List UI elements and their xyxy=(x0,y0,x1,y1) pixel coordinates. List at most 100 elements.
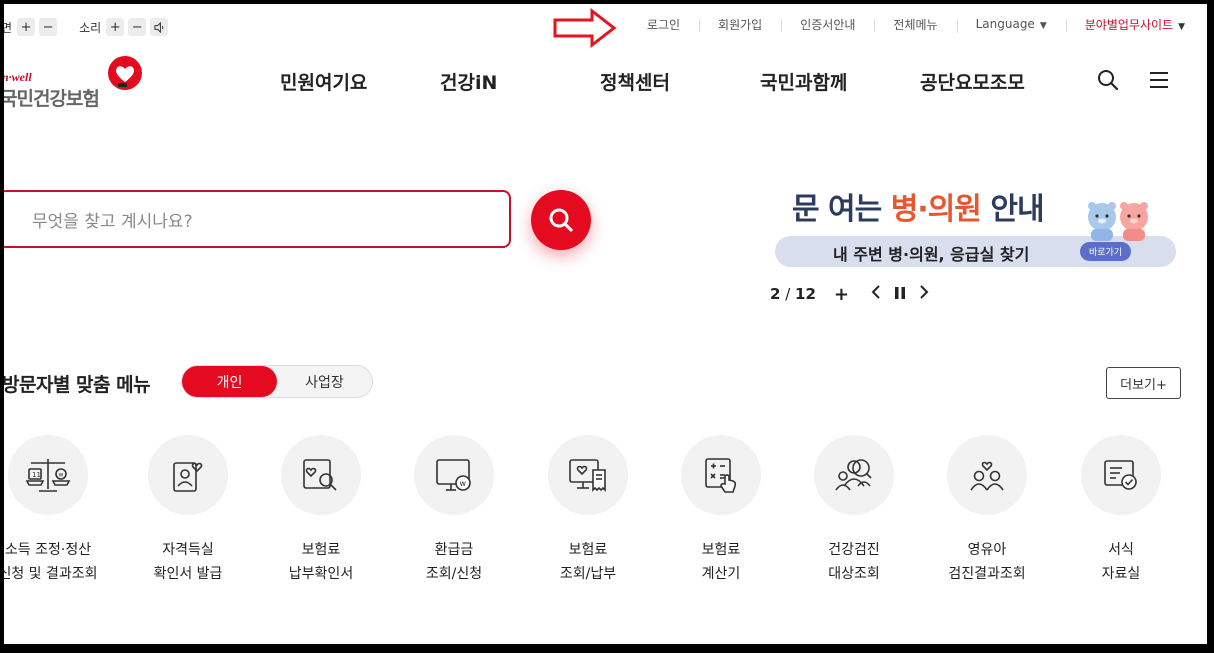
quick-menu-line2: 검진결과조회 xyxy=(948,566,1026,582)
scale-icon: 11 w xyxy=(25,459,71,492)
quick-menu-item[interactable]: 보험료계산기 xyxy=(651,435,791,586)
quick-menu-item[interactable]: 건강검진대상조회 xyxy=(784,435,924,586)
main-search-input[interactable]: 무엇을 찾고 계시나요? xyxy=(4,190,511,248)
family-heart-icon xyxy=(970,461,1004,491)
sound-label: 소리 xyxy=(79,20,102,35)
tab-personal[interactable]: 개인 xyxy=(182,366,277,397)
heart-logo-icon xyxy=(108,56,142,90)
search-icon[interactable] xyxy=(1097,69,1119,91)
monitor-won-icon: w xyxy=(436,459,471,491)
page-frame: 화면 + − 소리 + − 로그인 회원가입 인증서안내 전체메뉴 Langua… xyxy=(4,4,1207,644)
icon-circle xyxy=(1081,435,1161,515)
quick-menu-item[interactable]: 11 w 소득 조정·정산신청 및 결과조회 xyxy=(4,435,118,586)
quick-menu-line2: 대상조회 xyxy=(828,566,880,582)
banner-title: 문 여는 병·의원 안내 xyxy=(792,184,1045,228)
next-chevron-icon[interactable] xyxy=(919,285,929,303)
pager-add-icon[interactable]: + xyxy=(834,284,849,305)
document-search-icon xyxy=(303,459,337,491)
quick-menu-line2: 조회/신청 xyxy=(425,566,483,582)
nhis-logo[interactable]: n·well 국민건강보험 xyxy=(4,54,154,110)
screen-zoom-in-button[interactable]: + xyxy=(17,18,36,36)
banner-title-post: 안내 xyxy=(980,192,1044,227)
quick-menu-line1: 자격득실 xyxy=(162,542,214,558)
caret-down-icon: ▼ xyxy=(1039,21,1047,31)
search-submit-button[interactable] xyxy=(531,190,591,250)
language-label: Language xyxy=(975,17,1035,31)
tab-business[interactable]: 사업장 xyxy=(277,366,372,397)
quick-menu-line2: 확인서 발급 xyxy=(153,566,223,582)
svg-text:11: 11 xyxy=(32,471,41,479)
visitor-type-toggle: 개인 사업장 xyxy=(181,365,373,398)
person-search-icon xyxy=(835,459,872,491)
language-select[interactable]: Language ▼ xyxy=(956,17,1066,33)
calculator-icon xyxy=(705,458,737,493)
search-icon xyxy=(549,208,573,232)
sound-up-button[interactable]: + xyxy=(106,18,125,36)
caret-down-icon: ▼ xyxy=(1178,21,1185,32)
quick-menu-line1: 보험료 xyxy=(301,542,341,558)
svg-text:w: w xyxy=(59,472,64,479)
banner-title-accent: 병·의원 xyxy=(890,192,982,227)
gnb-policy-center[interactable]: 정책센터 xyxy=(600,68,670,98)
quick-menu-line2: 납부확인서 xyxy=(288,566,354,582)
icon-circle xyxy=(548,435,628,515)
gnb-about[interactable]: 공단요모조모 xyxy=(920,68,1025,98)
sound-down-button[interactable]: − xyxy=(128,18,147,36)
signup-link[interactable]: 회원가입 xyxy=(699,16,781,33)
pager-separator: / xyxy=(780,285,796,303)
mascot-illustration xyxy=(1088,202,1148,241)
search-placeholder: 무엇을 찾고 계시나요? xyxy=(32,211,193,232)
quick-menu-line1: 건강검진 xyxy=(828,542,880,558)
prev-chevron-icon[interactable] xyxy=(871,285,881,303)
pager-total: 12 xyxy=(795,285,816,303)
screen-zoom-out-button[interactable]: − xyxy=(39,18,58,36)
quick-menu-line1: 환급금 xyxy=(434,542,474,558)
pager-current: 2 xyxy=(770,285,781,303)
pause-icon[interactable] xyxy=(895,285,905,303)
login-link[interactable]: 로그인 xyxy=(628,16,699,33)
gnb-with-people[interactable]: 국민과함께 xyxy=(760,68,847,98)
quick-menu-line1: 보험료 xyxy=(701,542,741,558)
business-sites-select[interactable]: 분야별업무사이트 ▼ xyxy=(1065,16,1185,33)
icon-circle xyxy=(947,435,1027,515)
quick-menu-item[interactable]: 자격득실확인서 발급 xyxy=(118,435,258,586)
visitor-menu-title: 방문자별 맞춤 메뉴 xyxy=(4,374,151,396)
quick-menu-item[interactable]: 보험료조회/납부 xyxy=(518,435,658,586)
banner-pager: 2 / 12 + xyxy=(770,284,929,305)
banner-go-button[interactable]: 바로가기 xyxy=(1080,242,1131,261)
id-card-heart-icon xyxy=(173,462,203,492)
accessibility-controls: 화면 + − 소리 + − xyxy=(4,17,172,37)
gnb-civil-service[interactable]: 민원여기요 xyxy=(280,68,367,98)
icon-circle xyxy=(681,435,761,515)
quick-menu-line2: 계산기 xyxy=(701,566,741,582)
quick-menu-line2: 신청 및 결과조회 xyxy=(4,566,98,582)
quick-menu-item[interactable]: w 환급금조회/신청 xyxy=(384,435,524,586)
logo-tagline: n·well xyxy=(4,70,32,84)
monitor-receipt-icon xyxy=(569,459,606,492)
quick-menu-item[interactable]: 보험료납부확인서 xyxy=(251,435,391,586)
screen-size-label: 화면 xyxy=(4,20,13,35)
annotation-arrow-icon xyxy=(553,8,617,48)
quick-menu-item[interactable]: 영유아검진결과조회 xyxy=(917,435,1057,586)
logo-name: 국민건강보험 xyxy=(4,88,100,110)
banner-title-pre: 문 여는 xyxy=(792,192,891,227)
icon-circle xyxy=(814,435,894,515)
certificate-guide-link[interactable]: 인증서안내 xyxy=(781,16,874,33)
quick-menu-line1: 보험료 xyxy=(568,542,608,558)
all-menu-link[interactable]: 전체메뉴 xyxy=(874,16,956,33)
quick-menu-line1: 소득 조정·정산 xyxy=(4,542,92,558)
business-sites-label: 분야별업무사이트 xyxy=(1084,17,1174,32)
icon-circle: 11 w xyxy=(8,435,88,515)
speaker-icon[interactable] xyxy=(150,18,169,36)
banner-subtitle: 내 주변 병·의원, 응급실 찾기 xyxy=(833,245,1030,264)
icon-circle xyxy=(281,435,361,515)
quick-menu-line2: 조회/납부 xyxy=(559,566,617,582)
icon-circle xyxy=(148,435,228,515)
quick-menu-line1: 영유아 xyxy=(967,542,1007,558)
more-button[interactable]: 더보기+ xyxy=(1106,367,1181,399)
hamburger-menu-icon[interactable] xyxy=(1150,72,1168,88)
gnb-health-in[interactable]: 건강iN xyxy=(440,68,497,98)
form-check-icon xyxy=(1104,460,1137,490)
quick-menu-item[interactable]: 서식 자료실 xyxy=(1051,435,1191,586)
svg-text:w: w xyxy=(460,479,467,488)
